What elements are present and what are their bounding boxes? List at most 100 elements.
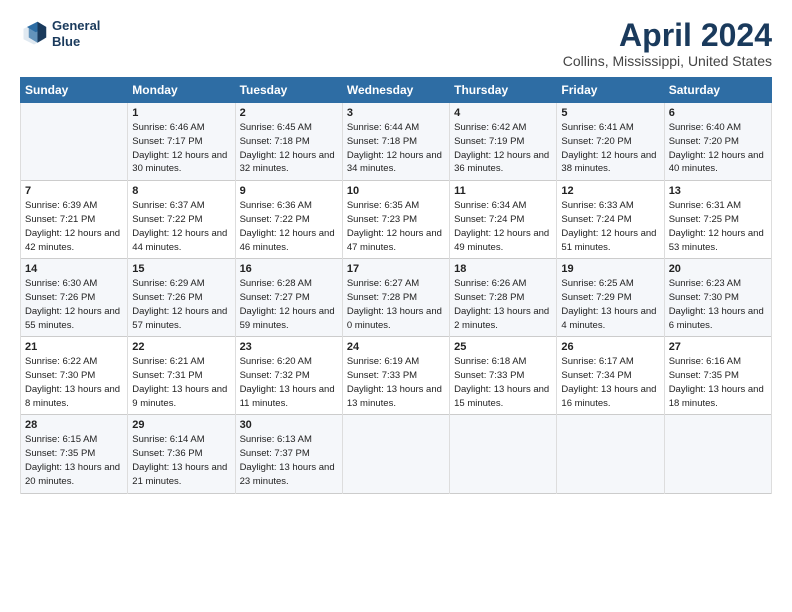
sunset-text: Sunset: 7:22 PM bbox=[240, 213, 338, 227]
col-header-tuesday: Tuesday bbox=[235, 78, 342, 103]
cell-content: Sunrise: 6:33 AMSunset: 7:24 PMDaylight:… bbox=[561, 199, 659, 254]
cell-content: Sunrise: 6:30 AMSunset: 7:26 PMDaylight:… bbox=[25, 277, 123, 332]
cell-content: Sunrise: 6:14 AMSunset: 7:36 PMDaylight:… bbox=[132, 433, 230, 488]
daylight-text: Daylight: 12 hours and 57 minutes. bbox=[132, 305, 230, 333]
sunrise-text: Sunrise: 6:18 AM bbox=[454, 355, 552, 369]
daylight-text: Daylight: 12 hours and 36 minutes. bbox=[454, 149, 552, 177]
col-header-sunday: Sunday bbox=[21, 78, 128, 103]
calendar-cell: 10Sunrise: 6:35 AMSunset: 7:23 PMDayligh… bbox=[342, 181, 449, 259]
header-row: SundayMondayTuesdayWednesdayThursdayFrid… bbox=[21, 78, 772, 103]
calendar-cell: 19Sunrise: 6:25 AMSunset: 7:29 PMDayligh… bbox=[557, 259, 664, 337]
calendar-cell: 3Sunrise: 6:44 AMSunset: 7:18 PMDaylight… bbox=[342, 103, 449, 181]
day-number: 21 bbox=[25, 341, 123, 353]
sunset-text: Sunset: 7:24 PM bbox=[454, 213, 552, 227]
sunrise-text: Sunrise: 6:31 AM bbox=[669, 199, 767, 213]
calendar-cell: 20Sunrise: 6:23 AMSunset: 7:30 PMDayligh… bbox=[664, 259, 771, 337]
daylight-text: Daylight: 13 hours and 9 minutes. bbox=[132, 383, 230, 411]
sunrise-text: Sunrise: 6:42 AM bbox=[454, 121, 552, 135]
page: General Blue April 2024 Collins, Mississ… bbox=[0, 0, 792, 612]
calendar-cell: 9Sunrise: 6:36 AMSunset: 7:22 PMDaylight… bbox=[235, 181, 342, 259]
day-number: 11 bbox=[454, 185, 552, 197]
sunset-text: Sunset: 7:23 PM bbox=[347, 213, 445, 227]
day-number: 22 bbox=[132, 341, 230, 353]
sunset-text: Sunset: 7:24 PM bbox=[561, 213, 659, 227]
daylight-text: Daylight: 12 hours and 44 minutes. bbox=[132, 227, 230, 255]
cell-content: Sunrise: 6:27 AMSunset: 7:28 PMDaylight:… bbox=[347, 277, 445, 332]
calendar-cell: 2Sunrise: 6:45 AMSunset: 7:18 PMDaylight… bbox=[235, 103, 342, 181]
cell-content: Sunrise: 6:22 AMSunset: 7:30 PMDaylight:… bbox=[25, 355, 123, 410]
sunset-text: Sunset: 7:25 PM bbox=[669, 213, 767, 227]
sunrise-text: Sunrise: 6:15 AM bbox=[25, 433, 123, 447]
calendar-row-0: 1 Sunrise: 6:46 AMSunset: 7:17 PMDaylight… bbox=[21, 103, 772, 181]
day-number: 6 bbox=[669, 107, 767, 119]
cell-content: Sunrise: 6:42 AMSunset: 7:19 PMDaylight:… bbox=[454, 121, 552, 176]
cell-content: Sunrise: 6:13 AMSunset: 7:37 PMDaylight:… bbox=[240, 433, 338, 488]
calendar-cell: 15Sunrise: 6:29 AMSunset: 7:26 PMDayligh… bbox=[128, 259, 235, 337]
sunrise-text: Sunrise: 6:41 AM bbox=[561, 121, 659, 135]
daylight-text: Daylight: 12 hours and 55 minutes. bbox=[25, 305, 123, 333]
day-number: 1 bbox=[132, 107, 230, 119]
calendar-cell: 4Sunrise: 6:42 AMSunset: 7:19 PMDaylight… bbox=[450, 103, 557, 181]
calendar-cell: 26Sunrise: 6:17 AMSunset: 7:34 PMDayligh… bbox=[557, 337, 664, 415]
calendar-cell: 30Sunrise: 6:13 AMSunset: 7:37 PMDayligh… bbox=[235, 415, 342, 493]
calendar-cell: 18Sunrise: 6:26 AMSunset: 7:28 PMDayligh… bbox=[450, 259, 557, 337]
cell-content: Sunrise: 6:34 AMSunset: 7:24 PMDaylight:… bbox=[454, 199, 552, 254]
sunset-text: Sunset: 7:22 PM bbox=[132, 213, 230, 227]
calendar-row-4: 28Sunrise: 6:15 AMSunset: 7:35 PMDayligh… bbox=[21, 415, 772, 493]
sunset-text: Sunset: 7:36 PM bbox=[132, 447, 230, 461]
day-number: 25 bbox=[454, 341, 552, 353]
sunrise-text: Sunrise: 6:45 AM bbox=[240, 121, 338, 135]
calendar-cell: 25Sunrise: 6:18 AMSunset: 7:33 PMDayligh… bbox=[450, 337, 557, 415]
sunrise-text: Sunrise: 6:13 AM bbox=[240, 433, 338, 447]
cell-content: Sunrise: 6:31 AMSunset: 7:25 PMDaylight:… bbox=[669, 199, 767, 254]
daylight-text: Daylight: 12 hours and 40 minutes. bbox=[669, 149, 767, 177]
cell-content: Sunrise: 6:21 AMSunset: 7:31 PMDaylight:… bbox=[132, 355, 230, 410]
header: General Blue April 2024 Collins, Mississ… bbox=[20, 18, 772, 69]
daylight-text: Daylight: 13 hours and 20 minutes. bbox=[25, 461, 123, 489]
sunrise-text: Sunrise: 6:44 AM bbox=[347, 121, 445, 135]
sunrise-text: Sunrise: 6:37 AM bbox=[132, 199, 230, 213]
daylight-text: Daylight: 12 hours and 32 minutes. bbox=[240, 149, 338, 177]
calendar-cell: 13Sunrise: 6:31 AMSunset: 7:25 PMDayligh… bbox=[664, 181, 771, 259]
daylight-text: Daylight: 13 hours and 13 minutes. bbox=[347, 383, 445, 411]
calendar-cell: 22 Sunrise: 6:21 AMSunset: 7:31 PMDayligh… bbox=[128, 337, 235, 415]
sunset-text: Sunset: 7:37 PM bbox=[240, 447, 338, 461]
col-header-thursday: Thursday bbox=[450, 78, 557, 103]
day-number: 9 bbox=[240, 185, 338, 197]
sunset-text: Sunset: 7:20 PM bbox=[669, 135, 767, 149]
col-header-saturday: Saturday bbox=[664, 78, 771, 103]
day-number: 7 bbox=[25, 185, 123, 197]
sunrise-text: Sunrise: 6:14 AM bbox=[132, 433, 230, 447]
calendar-row-1: 7 Sunrise: 6:39 AMSunset: 7:21 PMDaylight… bbox=[21, 181, 772, 259]
col-header-monday: Monday bbox=[128, 78, 235, 103]
calendar-cell: 5Sunrise: 6:41 AMSunset: 7:20 PMDaylight… bbox=[557, 103, 664, 181]
calendar-cell: 24Sunrise: 6:19 AMSunset: 7:33 PMDayligh… bbox=[342, 337, 449, 415]
sunset-text: Sunset: 7:18 PM bbox=[347, 135, 445, 149]
cell-content: Sunrise: 6:46 AMSunset: 7:17 PMDaylight:… bbox=[132, 121, 230, 176]
main-title: April 2024 bbox=[563, 18, 772, 53]
daylight-text: Daylight: 13 hours and 2 minutes. bbox=[454, 305, 552, 333]
sunset-text: Sunset: 7:32 PM bbox=[240, 369, 338, 383]
sunset-text: Sunset: 7:26 PM bbox=[132, 291, 230, 305]
logo: General Blue bbox=[20, 18, 100, 49]
subtitle: Collins, Mississippi, United States bbox=[563, 53, 772, 69]
daylight-text: Daylight: 12 hours and 59 minutes. bbox=[240, 305, 338, 333]
cell-content: Sunrise: 6:28 AMSunset: 7:27 PMDaylight:… bbox=[240, 277, 338, 332]
sunrise-text: Sunrise: 6:23 AM bbox=[669, 277, 767, 291]
sunset-text: Sunset: 7:35 PM bbox=[25, 447, 123, 461]
cell-content: Sunrise: 6:40 AMSunset: 7:20 PMDaylight:… bbox=[669, 121, 767, 176]
daylight-text: Daylight: 13 hours and 18 minutes. bbox=[669, 383, 767, 411]
daylight-text: Daylight: 13 hours and 8 minutes. bbox=[25, 383, 123, 411]
sunset-text: Sunset: 7:18 PM bbox=[240, 135, 338, 149]
cell-content: Sunrise: 6:29 AMSunset: 7:26 PMDaylight:… bbox=[132, 277, 230, 332]
sunset-text: Sunset: 7:21 PM bbox=[25, 213, 123, 227]
daylight-text: Daylight: 13 hours and 0 minutes. bbox=[347, 305, 445, 333]
sunset-text: Sunset: 7:29 PM bbox=[561, 291, 659, 305]
sunrise-text: Sunrise: 6:25 AM bbox=[561, 277, 659, 291]
daylight-text: Daylight: 13 hours and 11 minutes. bbox=[240, 383, 338, 411]
daylight-text: Daylight: 12 hours and 51 minutes. bbox=[561, 227, 659, 255]
cell-content: Sunrise: 6:39 AMSunset: 7:21 PMDaylight:… bbox=[25, 199, 123, 254]
sunrise-text: Sunrise: 6:20 AM bbox=[240, 355, 338, 369]
day-number: 16 bbox=[240, 263, 338, 275]
daylight-text: Daylight: 13 hours and 21 minutes. bbox=[132, 461, 230, 489]
